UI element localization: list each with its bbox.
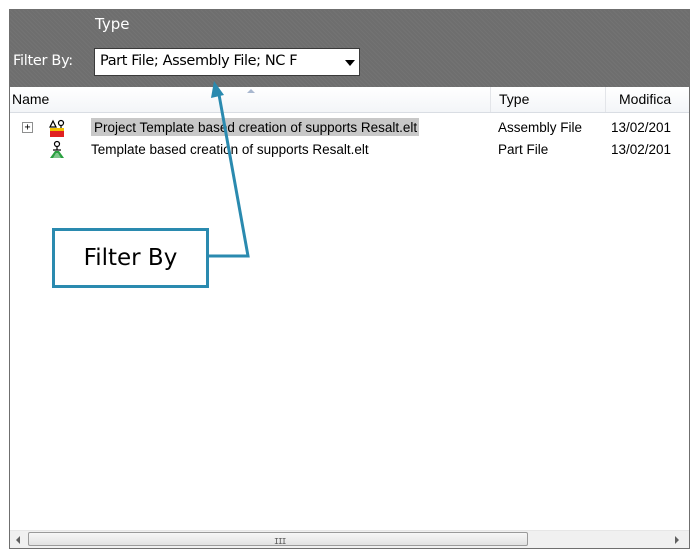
scroll-grip: III bbox=[274, 537, 286, 546]
callout-label: Filter By bbox=[83, 245, 178, 271]
file-browser-panel: Type Filter By: Part File; Assembly File… bbox=[9, 9, 690, 549]
scroll-left-icon[interactable] bbox=[16, 536, 20, 544]
scroll-right-icon[interactable] bbox=[675, 536, 679, 544]
horizontal-scrollbar[interactable]: III bbox=[10, 530, 689, 548]
filter-by-callout: Filter By bbox=[52, 228, 209, 288]
scrollbar-thumb[interactable]: III bbox=[28, 532, 528, 546]
